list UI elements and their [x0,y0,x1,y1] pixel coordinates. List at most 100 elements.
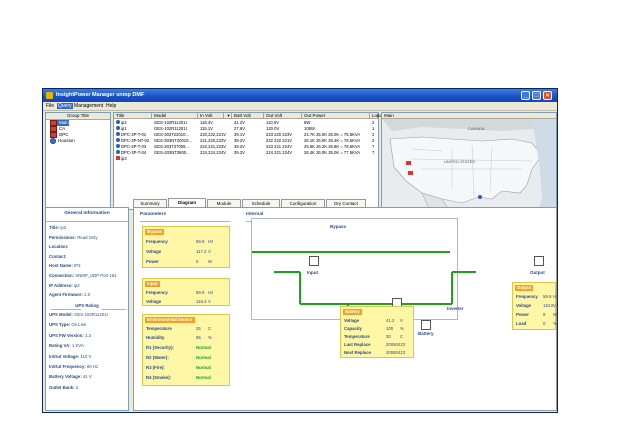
ups-rating-row: UPS FW Version: 1.3 [49,333,91,338]
param-name: Voltage [344,318,360,323]
info-key: Rating VA: [49,343,71,349]
col-out-power[interactable]: Out Power [302,113,370,119]
group-list-header: Group Title [46,113,110,120]
col-batt-volt[interactable]: Batt Volt [232,113,264,119]
param-name: Next Replace [344,350,371,355]
param-value: 0 [543,321,546,326]
param-value: 116.4 [196,299,207,304]
ups-rating-row: In/Out Voltage: 110 V [49,354,91,359]
title-bar[interactable]: InsightPower Manager snmp DMF _ □ × [43,89,557,102]
sensor-name: R2 (Water): [146,355,169,360]
ups-rating-row: Battery Voltage: 41 V [49,374,92,379]
group-item-houston[interactable]: Houston [50,138,75,144]
menu-help[interactable]: Help [106,103,116,109]
col-out-volt[interactable]: Out Volt [264,113,302,119]
info-value: 2.0 [84,292,91,298]
battery-node-icon[interactable] [421,320,431,330]
battery-node-label: Battery [418,331,434,336]
param-unit: C [400,334,404,339]
info-row: Permissions: Read Only [49,235,98,240]
info-row: Agent Firmware: 2.0 [49,292,90,297]
sensor-status-row: R1 (Security): Normal [146,345,211,350]
param-value: 59.9 [196,290,205,295]
output-node-icon[interactable] [534,256,544,266]
tab-dry-contact[interactable]: Dry Contact [326,199,366,207]
info-value: ip2 [60,225,67,230]
param-value: 110.0 [543,303,554,308]
diagram-panel: Parameters Internal Bypass Frequency 59.9… [133,207,558,411]
col-in-volt[interactable]: In Volt [198,113,224,119]
param-name: Power [146,259,159,264]
close-button[interactable]: × [543,91,552,100]
map-label-canada: CANADA [468,126,485,131]
param-name: Last Replace [344,342,371,347]
bypass-card-title: Bypass [145,229,165,235]
param-row: Frequency 59.9 Hz [146,290,213,295]
param-name: Frequency [146,290,168,295]
input-card: Input Frequency 59.9 Hz Voltage 116.4 V [142,278,230,306]
output-card: Output Frequency 59.9 Hz Voltage 110.0 V Power… [512,282,558,330]
info-value: 1.3 [85,332,92,338]
maximize-button[interactable]: □ [532,91,541,100]
menu-query[interactable]: Query [57,103,73,109]
info-value: Read Only [77,234,98,240]
col-title[interactable]: Title [114,113,152,119]
param-value: 59.9 [196,239,205,244]
param-name: Load [516,321,527,326]
param-row: Voltage 116.4 V [146,299,211,304]
menu-management[interactable]: Management [74,103,103,109]
map-marker-alarm[interactable] [406,161,411,165]
output-card-title: Output [515,285,534,291]
map-marker-ups[interactable] [478,195,482,199]
table-row[interactable]: ip3 [114,156,378,162]
info-key: Agent Firmware: [49,292,83,298]
param-value: 0 [196,259,199,264]
info-key: IP Address: [49,282,73,288]
sensor-name: R1 (Security): [146,345,174,350]
info-value: 60 Hz [86,364,99,369]
col-filter-button[interactable]: ▾ [224,113,232,119]
menu-file[interactable]: File [46,103,54,109]
input-node-icon[interactable] [309,256,319,266]
ups-table: Title Model In Volt ▾ Batt Volt Out Volt… [113,112,382,210]
tab-schedule[interactable]: Schedule [242,199,280,207]
tab-summary[interactable]: Summary [133,199,167,207]
minimize-button[interactable]: _ [521,91,530,100]
info-key: Host Name: [49,263,73,269]
info-key: UPS Type: [49,322,71,328]
input-node-label: Input [307,270,318,275]
param-name: Humidity [146,335,165,340]
tab-configuration[interactable]: Configuration [281,199,325,207]
param-unit: V [400,318,403,323]
info-value: ip2 [73,282,80,288]
ups-icon [116,120,120,124]
alarm-icon [116,156,120,160]
info-value: 110 V [80,353,92,359]
param-row: Last Replace 20050423 [344,342,405,347]
info-key: Permissions: [49,234,76,240]
cell-title: ip3 [121,156,127,161]
param-unit: V [208,299,211,304]
group-label: Houston [58,138,75,144]
sensor-status-row: R3 (Fire): Normal [146,365,211,370]
general-info-title: General Information [64,211,110,216]
info-value: GES-102R11201I [74,312,108,317]
param-unit: C [208,326,212,331]
param-value: 41.2 [386,318,395,323]
param-row: Temperature 25 C [146,326,211,331]
param-row: Voltage 117.2 V [146,249,211,254]
window-title: InsightPower Manager snmp DMF [56,92,145,98]
tab-diagram[interactable]: Diagram [168,198,206,207]
col-model[interactable]: Model [152,113,198,119]
ups-icon [116,138,120,142]
env-sensor-card: Environmental Sensor Temperature 25 C Humid… [142,314,230,386]
tab-module[interactable]: Module [207,199,241,207]
col-load[interactable]: Load [370,113,382,119]
sensor-status: Normal [196,375,211,380]
battery-card-title: Battery [343,309,362,315]
param-unit: Hz [208,239,214,244]
param-name: Capacity [344,326,362,331]
ups-icon [116,144,120,148]
map-marker-alarm[interactable] [408,171,413,175]
ups-rating-row: In/Out Frequency: 60 Hz [49,364,98,369]
